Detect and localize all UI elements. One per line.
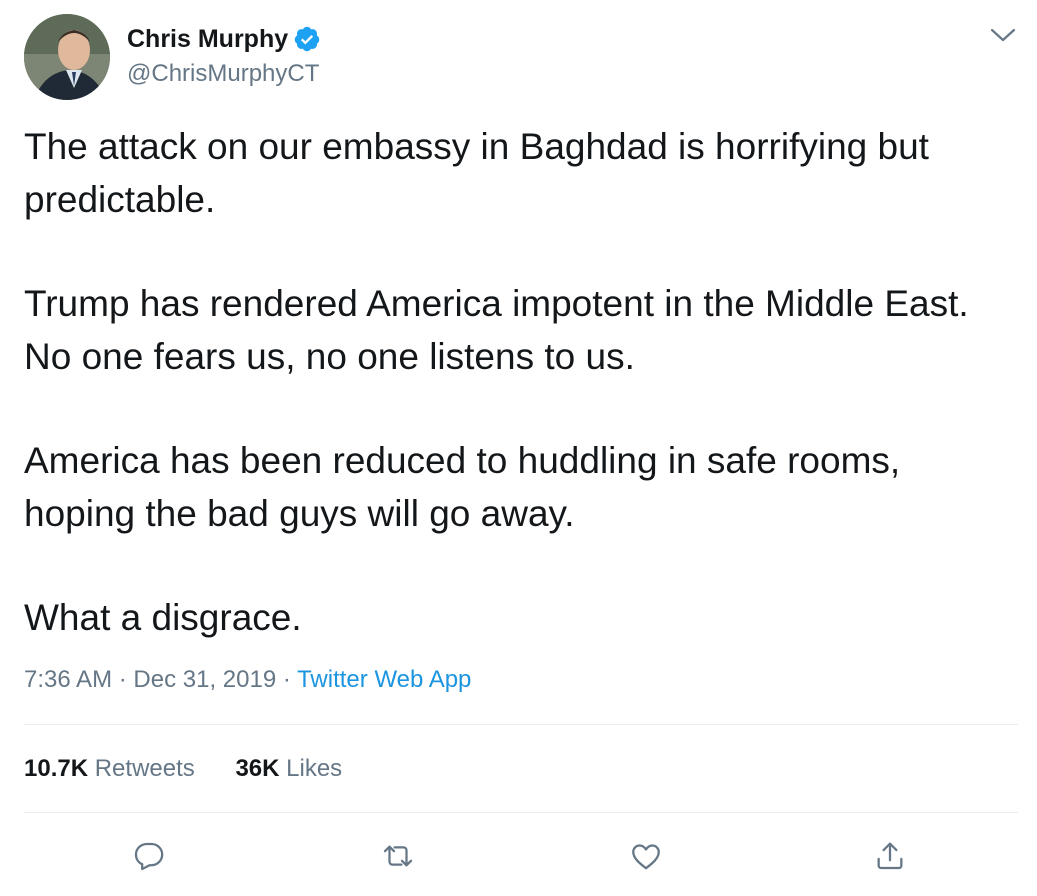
divider [24,812,1018,813]
tweet-paragraph: The attack on our embassy in Baghdad is … [24,126,929,220]
tweet-source-link[interactable]: Twitter Web App [297,666,471,693]
tweet-paragraph: What a disgrace. [24,597,302,638]
tweet-stats: 10.7K Retweets 36K Likes [24,755,376,783]
tweet-time[interactable]: 7:36 AM [24,666,112,693]
tweet-card: Chris Murphy @ChrisMurphyCT The attack o… [0,0,1037,896]
tweet-paragraph: America has been reduced to huddling in … [24,440,901,534]
avatar[interactable] [24,14,110,100]
share-icon [877,842,903,870]
reply-button[interactable] [129,836,169,876]
tweet-text: The attack on our embassy in Baghdad is … [24,120,1019,644]
share-button[interactable] [870,836,910,876]
likes-count: 36K [235,755,280,782]
tweet-metadata: 7:36 AM · Dec 31, 2019 · Twitter Web App [24,666,471,694]
likes-stat[interactable]: 36K Likes [235,755,342,782]
avatar-photo [24,14,110,100]
author-handle[interactable]: @ChrisMurphyCT [127,60,319,88]
tweet-paragraph: Trump has rendered America impotent in t… [24,283,969,377]
retweet-icon [383,845,413,867]
like-icon [632,844,660,870]
retweet-button[interactable] [378,836,418,876]
author-name-row[interactable]: Chris Murphy [127,22,321,56]
retweets-label: Retweets [94,755,195,782]
retweets-stat[interactable]: 10.7K Retweets [24,755,195,782]
divider [24,724,1018,725]
reply-icon [134,842,164,871]
tweet-date[interactable]: Dec 31, 2019 [133,666,276,693]
retweets-count: 10.7K [24,755,89,782]
author-display-name[interactable]: Chris Murphy [127,25,288,54]
likes-label: Likes [286,755,343,782]
verified-badge-icon [294,26,320,52]
meta-separator: · [118,666,127,693]
meta-separator: · [282,666,291,693]
chevron-down-icon[interactable] [986,22,1020,48]
like-button[interactable] [626,836,666,876]
